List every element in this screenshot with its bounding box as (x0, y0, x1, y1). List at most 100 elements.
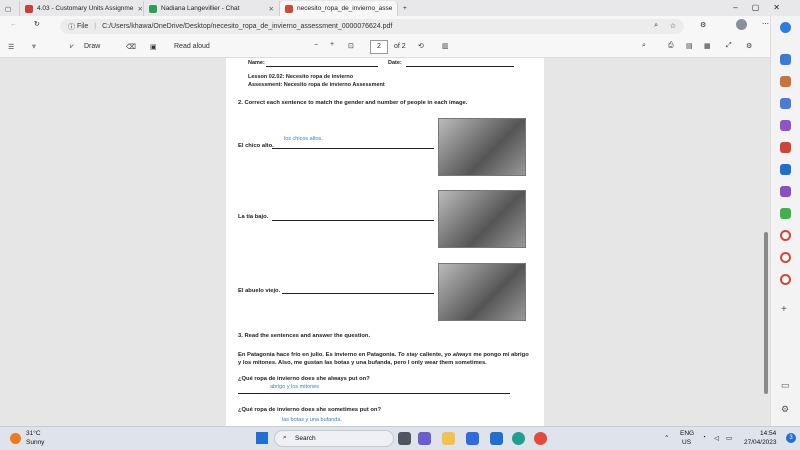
read-aloud-button[interactable]: Read aloud (174, 43, 210, 50)
address-bar: ← ↻ ⓘ File | C:/Users/khawa/OneDrive/Des… (0, 16, 800, 37)
office-icon[interactable] (780, 142, 791, 153)
shopping-icon[interactable] (780, 76, 791, 87)
print-icon[interactable]: ⎙ (668, 42, 674, 50)
new-tab-button[interactable]: + (398, 1, 418, 16)
file-explorer-icon[interactable] (442, 432, 455, 445)
question-sometimes: ¿Qué ropa de invierno does she sometimes… (238, 407, 382, 413)
wifi-icon[interactable]: ◔ (702, 434, 706, 441)
name-label: Name: (248, 60, 265, 66)
tab-pdf[interactable]: necesito_ropa_de_invierno_asse ✕ (280, 1, 398, 16)
weather-text[interactable]: Sunny (26, 439, 44, 446)
search-box[interactable]: ⌕ Search (274, 430, 394, 447)
clock-time[interactable]: 14:54 (760, 430, 776, 437)
pdf-icon (285, 4, 293, 13)
lesson-title: Lesson 02.02: Necesito ropa de invierno (248, 74, 354, 80)
close-icon[interactable]: ✕ (265, 5, 274, 13)
close-icon[interactable]: ✕ (133, 5, 142, 13)
app-icon[interactable] (780, 274, 791, 285)
tree-icon[interactable] (780, 208, 791, 219)
chrome-icon[interactable] (534, 432, 547, 445)
window-controls[interactable]: –▢✕ (733, 3, 794, 12)
tab-favicon-icon (25, 4, 33, 13)
outlook-icon[interactable] (780, 164, 791, 175)
tab-customary-units[interactable]: 4.03 - Customary Units Assignme ✕ (20, 1, 144, 16)
bing-icon[interactable] (780, 22, 791, 33)
question-2: 2. Correct each sentence to match the ge… (238, 100, 468, 106)
sentence-1: El chico alto. (238, 143, 274, 149)
zoom-in-icon[interactable]: + (330, 41, 334, 48)
save-icon[interactable]: ▤ (686, 42, 693, 50)
photo-women (438, 190, 526, 248)
battery-icon[interactable]: ▭ (726, 434, 732, 442)
photo-boys (438, 118, 526, 176)
games-icon[interactable] (780, 120, 791, 131)
page-number-input[interactable]: 2 (370, 40, 388, 54)
taskbar: 31°C Sunny ⌕ Search ⌃ ENG US ◔ ◁ ▭ 14:54… (0, 426, 800, 450)
sentence-3: El abuelo viejo. (238, 288, 281, 294)
filter-icon[interactable]: ⩔ (32, 43, 36, 51)
name-line (266, 66, 378, 67)
search-sidebar-icon[interactable] (780, 54, 791, 65)
extension-icon[interactable] (780, 186, 791, 197)
app-icon[interactable] (780, 230, 791, 241)
tools-icon[interactable] (780, 98, 791, 109)
draw-button[interactable]: Draw (84, 43, 100, 50)
search-icon[interactable]: ⌕ (642, 42, 646, 50)
paragraph-part: caliente, yo (419, 352, 452, 358)
answer-line-1[interactable] (272, 148, 434, 149)
mail-icon[interactable] (490, 432, 503, 445)
teams-icon[interactable] (418, 432, 431, 445)
profile-avatar[interactable] (736, 19, 747, 30)
url-text: C:/Users/khawa/OneDrive/Desktop/necesito… (102, 23, 393, 30)
zoom-out-icon[interactable]: − (314, 42, 318, 49)
volume-icon[interactable]: ◁ (714, 434, 719, 442)
sidebar-settings-icon[interactable]: ⚙ (781, 404, 789, 415)
refresh-icon[interactable]: ↻ (34, 20, 40, 28)
search-icon: ⌕ (283, 434, 287, 441)
pdf-toolbar: ☰ ⩔ ⩗ Draw ⌫ ▣ Read aloud − + ⊡ 2 of 2 ⟲… (0, 37, 770, 58)
answer-sometimes: las botas y una bufanda. (282, 417, 342, 423)
more-icon[interactable]: ⋯ (762, 20, 769, 28)
contents-icon[interactable]: ☰ (8, 43, 14, 51)
fit-page-icon[interactable]: ⊡ (348, 42, 354, 50)
answer-line-3[interactable] (282, 293, 434, 294)
favorite-icon[interactable]: ☆ (670, 22, 676, 30)
pdf-viewer: Name: Date: Lesson 02.02: Necesito ropa … (0, 58, 770, 426)
store-icon[interactable] (466, 432, 479, 445)
tab-chat[interactable]: Nadiana Langevillier - Chat ✕ (144, 1, 280, 16)
app-icon[interactable] (780, 252, 791, 263)
rotate-icon[interactable]: ⟲ (418, 42, 424, 50)
paragraph-part: En Patagonia hace frío en julio. Es invi… (238, 352, 397, 358)
notification-badge[interactable]: 3 (786, 433, 796, 443)
add-icon[interactable]: + (781, 304, 787, 315)
clock-date[interactable]: 27/04/2023 (744, 439, 777, 446)
edge-icon[interactable] (512, 432, 525, 445)
task-view-icon[interactable] (398, 432, 411, 445)
text-icon[interactable]: ▣ (150, 43, 157, 51)
back-icon[interactable]: ← (10, 21, 17, 28)
answer-line-2[interactable] (272, 220, 434, 221)
pdf-page: Name: Date: Lesson 02.02: Necesito ropa … (226, 58, 544, 426)
url-field[interactable]: ⓘ File | C:/Users/khawa/OneDrive/Desktop… (60, 19, 684, 34)
draw-icon[interactable]: ⩗ (70, 43, 74, 51)
page-view-icon[interactable]: ▥ (442, 42, 449, 50)
tab-actions-icon[interactable]: ▢ (0, 1, 20, 16)
keyboard-layout[interactable]: US (682, 439, 691, 446)
weather-icon[interactable] (10, 433, 21, 444)
save-as-icon[interactable]: ▦ (704, 42, 711, 50)
language[interactable]: ENG (680, 430, 694, 437)
settings-icon[interactable]: ⚙ (746, 42, 752, 50)
answer-line-always[interactable] (238, 393, 510, 394)
page-count: of 2 (394, 43, 406, 50)
temperature[interactable]: 31°C (26, 430, 41, 437)
question-3: 3. Read the sentences and answer the que… (238, 333, 371, 339)
tray-chevron-icon[interactable]: ⌃ (664, 434, 669, 442)
question-always: ¿Qué ropa de invierno does she always pu… (238, 376, 370, 382)
extensions-icon[interactable]: ⚙ (700, 21, 706, 29)
eraser-icon[interactable]: ⌫ (126, 43, 136, 51)
fullscreen-icon[interactable]: ⤢ (726, 42, 732, 50)
zoom-icon[interactable]: ⌕ (654, 22, 658, 30)
start-icon[interactable] (256, 432, 268, 444)
sidebar-toggle-icon[interactable]: ▭ (781, 380, 790, 391)
scrollbar-thumb[interactable] (764, 232, 768, 394)
